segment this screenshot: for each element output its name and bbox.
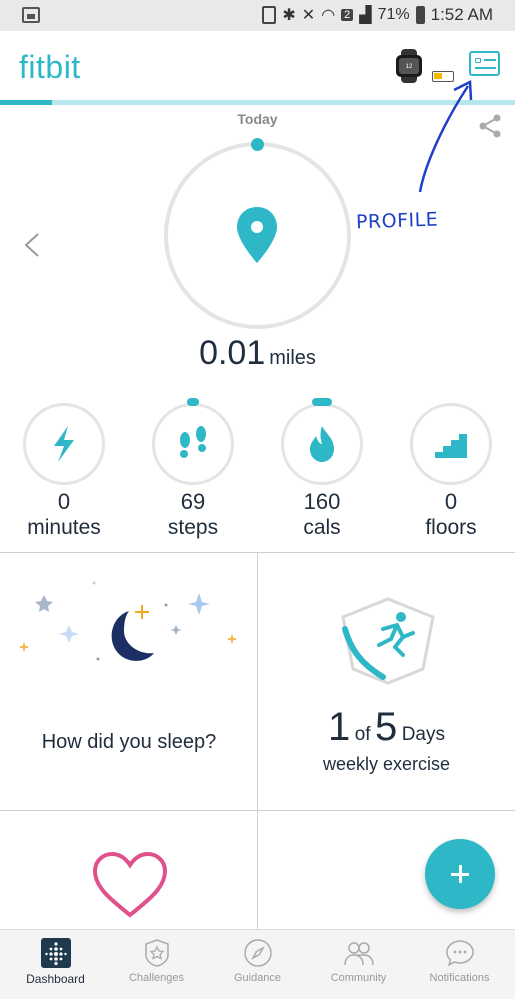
clock: 1:52 AM [430,5,493,24]
bluetooth-icon: ✱ [282,7,296,24]
stat-floors[interactable]: 0 floors [401,397,501,547]
nav-community[interactable]: Community [307,930,410,1000]
nav-label: Challenges [128,972,185,984]
stat-value: 160 [303,489,341,514]
chat-bubble-icon [446,940,474,967]
stat-value: 69 [180,489,206,514]
footprints-icon [180,426,206,458]
exercise-days-unit: Days [401,724,445,745]
distance-value: 0.01 miles [0,334,515,373]
location-pin-icon [237,207,277,263]
people-icon [344,942,374,966]
bolt-icon [54,426,74,462]
signal-icon: ▟ [359,7,372,24]
wifi-icon: ◠ [321,7,336,24]
heart-icon [92,851,168,918]
exercise-days-done: 1 [327,705,351,749]
stairs-icon [435,434,467,458]
stat-label: floors [425,516,477,539]
sleep-tile[interactable]: How did you sleep? [0,553,258,811]
battery-percent: 71% [377,6,410,23]
stat-steps[interactable]: 69 steps [143,397,243,547]
exercise-subtitle: weekly exercise [322,754,451,774]
annotation-arrow [418,80,473,193]
share-icon[interactable] [476,112,504,140]
exercise-tile[interactable]: 1 of 5 Days weekly exercise [258,553,515,811]
previous-day-arrow-icon[interactable] [20,230,44,260]
stat-label: minutes [27,516,101,539]
status-icons: ✱ ✕ ◠ 2 ▟ 71% 1:52 AM [262,5,493,25]
annotation-text: PROFILE [355,208,439,234]
profile-button[interactable] [469,51,500,76]
mute-icon: ✕ [301,7,316,24]
sleep-moon-illustration [20,581,236,661]
nav-notifications[interactable]: Notifications [408,930,511,1000]
exercise-of: of [354,724,371,745]
progress-dot [251,138,264,151]
nav-label: Notifications [429,972,490,984]
heart-rate-tile[interactable] [0,811,258,933]
battery-icon [415,6,425,24]
stats-row: 0 minutes 69 steps 160 cals 0 floors [0,397,515,547]
stat-calories[interactable]: 160 cals [272,397,372,547]
svg-text:12: 12 [406,64,413,70]
fitbit-logo: fitbit [19,49,81,85]
nav-label: Community [330,972,387,984]
stat-value: 0 [57,489,71,514]
status-bar: ✱ ✕ ◠ 2 ▟ 71% 1:52 AM [0,0,515,31]
distance-number: 0.01 [199,334,266,372]
steps-progress-tick [187,398,199,406]
dashboard-icon [41,938,71,968]
exercise-count: 1 of 5 Days [258,705,515,750]
nav-label: Guidance [233,972,282,984]
gallery-icon [22,7,40,23]
sleep-question: How did you sleep? [41,731,217,753]
phone-icon [262,6,277,24]
stat-label: steps [167,516,219,539]
nav-dashboard[interactable]: Dashboard [4,930,107,1000]
nav-challenges[interactable]: Challenges [105,930,208,1000]
exercise-days-goal: 5 [375,705,398,749]
exercise-shield-illustration [341,597,435,685]
stat-active-minutes[interactable]: 0 minutes [14,397,114,547]
nav-guidance[interactable]: Guidance [206,930,309,1000]
nav-label: Dashboard [26,972,85,986]
add-button[interactable] [425,839,495,909]
compass-icon [244,939,272,967]
distance-unit: miles [269,347,316,369]
flame-icon [310,426,334,462]
calories-progress-tick [312,398,332,406]
stat-value: 0 [444,489,458,514]
stat-label: cals [303,516,341,539]
sim-badge: 2 [341,9,354,21]
bottom-navigation: Dashboard Challenges Guidance Community … [0,929,515,999]
star-badge-icon [145,939,169,967]
